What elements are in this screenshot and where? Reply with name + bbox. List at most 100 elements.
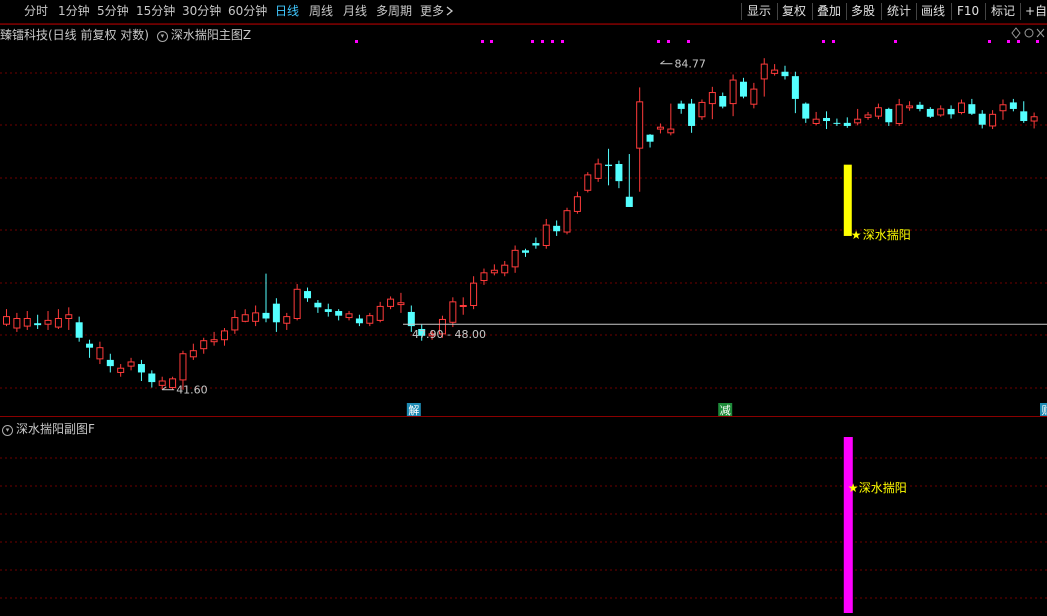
candle	[252, 305, 260, 327]
event-marker: 解	[406, 403, 421, 417]
candle	[625, 154, 633, 207]
candle	[854, 108, 862, 126]
candle	[563, 207, 571, 235]
signal-dot	[687, 40, 690, 43]
candle	[895, 98, 903, 126]
candle	[44, 311, 52, 330]
candle	[968, 98, 976, 115]
candle	[355, 314, 363, 327]
candle	[978, 110, 986, 129]
candle	[584, 172, 592, 193]
candle	[885, 107, 893, 126]
candle	[802, 102, 810, 123]
candle	[490, 264, 498, 276]
candle	[605, 148, 613, 186]
signal-dot	[355, 40, 358, 43]
candle	[791, 71, 799, 114]
candle	[34, 314, 42, 329]
candle	[241, 309, 249, 323]
candle	[501, 261, 509, 277]
candle	[127, 357, 135, 371]
candle	[594, 158, 602, 182]
signal-dot	[1036, 40, 1039, 43]
candle	[1030, 112, 1038, 129]
candle	[262, 273, 270, 323]
candle	[573, 191, 581, 214]
kline-chart[interactable]: 47.90 - 48.0084.7741.60★深水揣阳解减财 ★深水揣阳	[0, 0, 1047, 616]
candle	[553, 220, 561, 236]
signal-dot	[541, 40, 544, 43]
candle	[3, 309, 10, 327]
signal-dots	[355, 40, 1039, 43]
candle	[812, 111, 820, 126]
candle	[54, 309, 62, 329]
candle	[210, 331, 218, 346]
candle	[750, 82, 758, 109]
candle	[522, 248, 529, 257]
candle	[220, 328, 228, 346]
candle	[656, 123, 664, 134]
signal-dot	[531, 40, 534, 43]
candle	[739, 77, 747, 99]
candle	[200, 337, 208, 354]
candle	[667, 103, 675, 136]
signal-dot	[657, 40, 660, 43]
svg-text:财: 财	[1042, 403, 1047, 417]
candle	[511, 245, 519, 273]
main-signal-bar	[843, 164, 852, 236]
candle	[335, 309, 343, 321]
candle	[231, 310, 239, 334]
candle	[677, 100, 685, 114]
signal-dot	[481, 40, 484, 43]
candle	[947, 105, 955, 119]
candle	[957, 99, 965, 115]
candle	[874, 103, 882, 120]
candles	[3, 58, 1038, 390]
sub-signal-bar	[843, 437, 853, 613]
candle	[937, 105, 945, 117]
candle	[117, 364, 125, 377]
event-marker: 财	[1040, 403, 1047, 417]
signal-dot	[832, 40, 835, 43]
candle	[23, 311, 31, 330]
signal-dot	[561, 40, 564, 43]
candle	[542, 218, 550, 249]
candle	[532, 237, 540, 249]
sub-indicator-pane: ★ 深水揣阳	[843, 437, 907, 613]
candle	[314, 300, 322, 313]
candle	[137, 359, 145, 382]
candle	[470, 276, 478, 310]
candle	[324, 303, 332, 317]
range-label: 47.90 - 48.00	[412, 328, 486, 341]
candle	[708, 86, 716, 120]
candle	[843, 117, 851, 128]
candle	[397, 292, 405, 313]
signal-dot	[490, 40, 493, 43]
candle	[989, 110, 997, 130]
candle	[480, 268, 488, 285]
candle	[864, 111, 872, 120]
candle	[688, 98, 696, 133]
signal-dot	[988, 40, 991, 43]
candle	[366, 312, 374, 327]
star-icon: ★	[851, 228, 862, 242]
candle	[65, 307, 73, 330]
svg-text:减: 减	[720, 404, 731, 417]
signal-dot	[1007, 40, 1010, 43]
star-icon: ★	[848, 481, 859, 495]
candle	[387, 296, 395, 310]
candle	[272, 298, 280, 332]
candle	[106, 353, 114, 373]
candle	[283, 312, 291, 330]
low-label: 41.60	[176, 384, 208, 397]
candle	[189, 343, 197, 360]
candle	[698, 99, 706, 120]
main-signal-label: 深水揣阳	[863, 228, 911, 242]
candle	[833, 118, 841, 126]
candle	[148, 370, 156, 388]
candle	[781, 65, 789, 80]
event-marker: 减	[718, 403, 733, 417]
candle	[293, 284, 301, 321]
candle	[376, 301, 384, 323]
signal-dot	[894, 40, 897, 43]
